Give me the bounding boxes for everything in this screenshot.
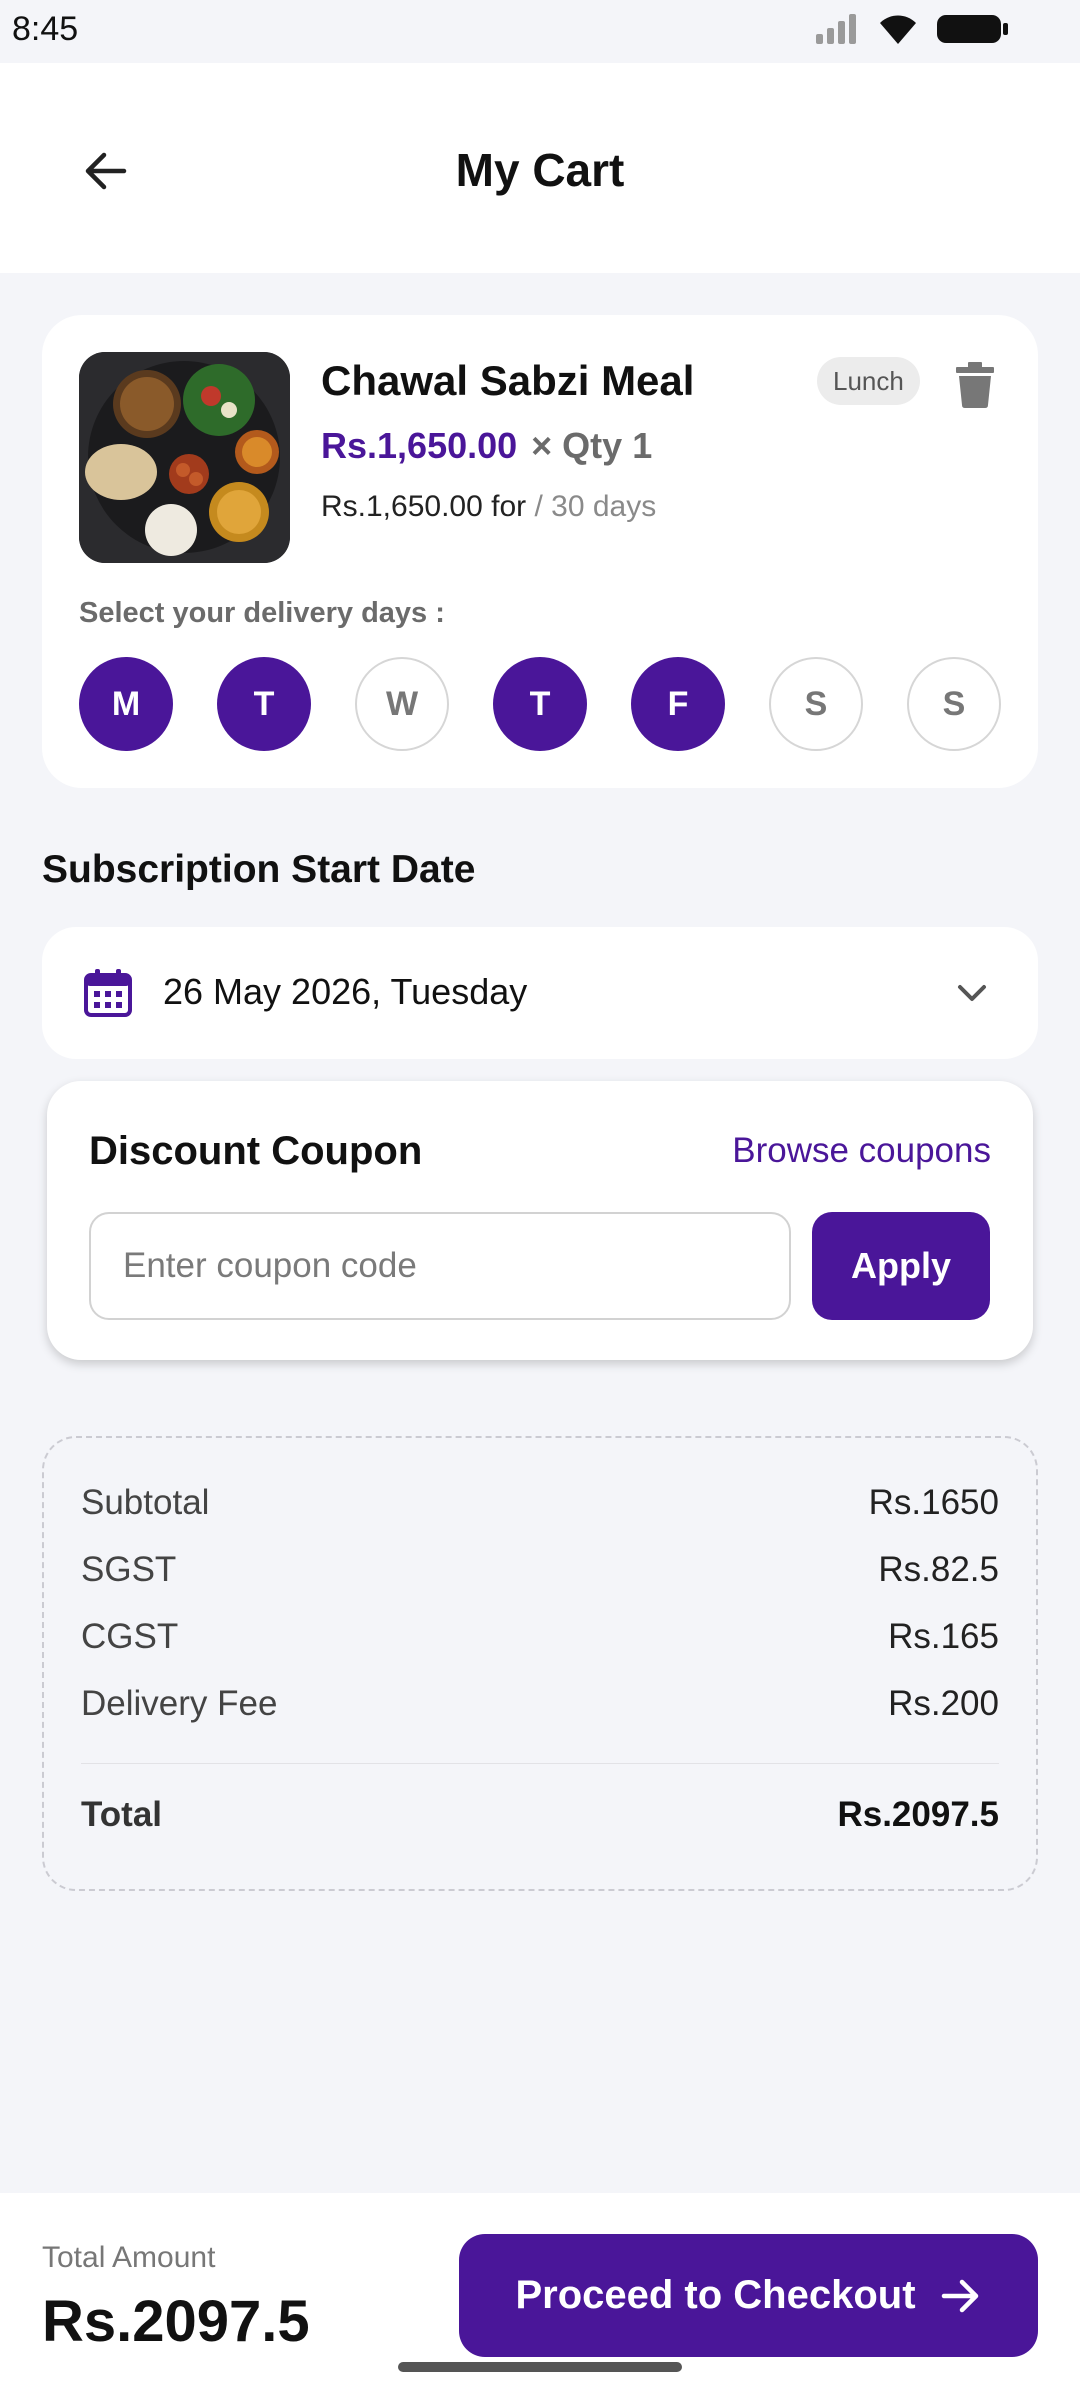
home-indicator[interactable] [398, 2362, 682, 2372]
page-title: My Cart [455, 144, 625, 196]
summary-label: Subtotal [81, 1483, 210, 1522]
day-toggle-friday[interactable]: F [631, 657, 725, 751]
summary-row-sgst: SGST Rs.82.5 [81, 1550, 999, 1590]
subscription-period: / 30 days [534, 490, 657, 523]
checkout-label: Proceed to Checkout [515, 2273, 916, 2317]
browse-coupons-link[interactable]: Browse coupons [732, 1131, 991, 1171]
status-bar: 8:45 [0, 0, 1080, 63]
signal-icon [816, 14, 856, 44]
day-toggle-monday[interactable]: M [79, 657, 173, 751]
app-bar: My Cart [0, 63, 1080, 273]
day-toggle-thursday[interactable]: T [493, 657, 587, 751]
status-icons [814, 12, 1010, 46]
subscription-price: Rs.1,650.00 for / 30 days [321, 490, 656, 524]
summary-row-delivery-fee: Delivery Fee Rs.200 [81, 1684, 999, 1724]
meal-image [79, 352, 290, 563]
summary-label: CGST [81, 1617, 179, 1656]
subscription-amount: Rs.1,650.00 for [321, 490, 527, 523]
summary-value: Rs.200 [888, 1684, 999, 1723]
arrow-right-icon [941, 2279, 978, 2312]
start-date-picker[interactable]: 26 May 2026, Tuesday [42, 927, 1038, 1059]
day-toggle-saturday[interactable]: S [769, 657, 863, 751]
summary-row-subtotal: Subtotal Rs.1650 [81, 1483, 999, 1523]
price-row: Rs.1,650.00 × Qty 1 [321, 425, 652, 467]
apply-coupon-button[interactable]: Apply [812, 1212, 990, 1320]
summary-row-cgst: CGST Rs.165 [81, 1617, 999, 1657]
trash-icon [956, 362, 994, 408]
chevron-down-icon [958, 985, 986, 1001]
total-label: Total [81, 1795, 163, 1834]
day-toggle-tuesday[interactable]: T [217, 657, 311, 751]
price-summary: Subtotal Rs.1650 SGST Rs.82.5 CGST Rs.16… [42, 1436, 1038, 1891]
total-amount-label: Total Amount [42, 2241, 216, 2274]
proceed-to-checkout-button[interactable]: Proceed to Checkout [459, 2234, 1038, 2357]
summary-value: Rs.1650 [868, 1483, 999, 1522]
coupon-code-input[interactable] [89, 1212, 791, 1320]
wifi-icon [880, 15, 916, 44]
start-date-title: Subscription Start Date [42, 848, 476, 891]
coupon-title: Discount Coupon [89, 1129, 423, 1173]
summary-label: SGST [81, 1550, 177, 1589]
summary-label: Delivery Fee [81, 1684, 278, 1723]
meal-price: Rs.1,650.00 [321, 425, 518, 466]
summary-value: Rs.165 [888, 1617, 999, 1656]
day-toggle-wednesday[interactable]: W [355, 657, 449, 751]
status-time: 8:45 [12, 10, 79, 48]
start-date-value: 26 May 2026, Tuesday [163, 971, 528, 1012]
delete-item-button[interactable] [947, 357, 1003, 413]
delivery-days-label: Select your delivery days : [79, 597, 445, 629]
summary-value: Rs.82.5 [878, 1550, 999, 1589]
calendar-icon [84, 969, 132, 1017]
meal-name: Chawal Sabzi Meal [321, 357, 695, 404]
battery-icon [937, 15, 1008, 43]
day-toggle-sunday[interactable]: S [907, 657, 1001, 751]
total-amount-value: Rs.2097.5 [42, 2289, 310, 2354]
cart-screen: 8:45 My Cart Chawal Sabzi Meal Rs.1,650.… [0, 0, 1080, 2400]
meal-type-badge: Lunch [817, 357, 920, 405]
summary-divider [81, 1763, 999, 1764]
total-value: Rs.2097.5 [837, 1795, 999, 1834]
meal-quantity: × Qty 1 [531, 425, 653, 466]
discount-coupon-card: Discount Coupon Browse coupons Apply [47, 1081, 1033, 1360]
cart-item-card: Chawal Sabzi Meal Rs.1,650.00 × Qty 1 Rs.… [42, 315, 1038, 788]
summary-row-total: Total Rs.2097.5 [81, 1795, 999, 1835]
